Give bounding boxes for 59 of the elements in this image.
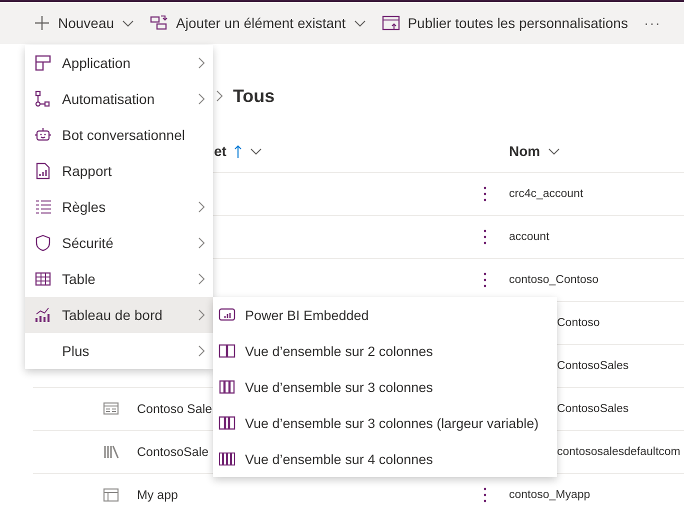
chart-icon <box>34 306 52 324</box>
chevron-right-icon <box>198 309 205 321</box>
three-columns-icon <box>218 378 236 396</box>
menu-item[interactable]: Vue d’ensemble sur 3 colonnes (largeur variable) <box>213 405 557 441</box>
toolbar-button[interactable]: Publier toutes les personnalisations <box>374 7 636 39</box>
checklist-icon <box>34 198 52 216</box>
table-cell-text: contososalesdefaultcom <box>556 446 682 458</box>
chevron-right-icon <box>198 273 205 285</box>
table-cell-text: crc4c_account <box>508 188 584 200</box>
report-icon <box>34 162 52 180</box>
table-cell-text: contoso_Contoso <box>508 274 600 286</box>
chevron-right-icon <box>198 57 205 69</box>
more-button[interactable]: ··· <box>636 7 669 39</box>
menu-item[interactable]: Power BI Embedded <box>213 297 557 333</box>
menu-item[interactable]: Table <box>25 261 213 297</box>
table-cell: My app <box>137 488 178 502</box>
flow-icon <box>34 90 52 108</box>
menu-item[interactable]: Vue d’ensemble sur 2 colonnes <box>213 333 557 369</box>
menu-item[interactable]: Application <box>25 45 213 81</box>
two-columns-icon <box>218 342 236 360</box>
table-cell-text: ContosoSales <box>556 403 630 415</box>
plus-icon <box>34 15 50 31</box>
chevron-right-icon <box>198 237 205 249</box>
table-cell: Contoso Sale <box>137 402 212 416</box>
table-icon <box>34 270 52 288</box>
chevron-down-icon <box>250 148 262 154</box>
table-cell-text: Contoso <box>556 317 601 329</box>
more-options-icon[interactable] <box>483 272 487 288</box>
breadcrumb-chevron-icon <box>216 90 223 102</box>
books-icon <box>102 443 120 461</box>
menu-item[interactable]: Automatisation <box>25 81 213 117</box>
chevron-down-icon <box>548 148 560 154</box>
menu-item[interactable]: Règles <box>25 189 213 225</box>
window-icon <box>102 486 120 504</box>
add-existing-icon <box>150 15 168 31</box>
menu-item[interactable]: Vue d’ensemble sur 3 colonnes <box>213 369 557 405</box>
shield-icon <box>34 234 52 252</box>
page-title: Tous <box>233 86 275 106</box>
menu-item[interactable]: Plus <box>25 333 213 369</box>
more-options-icon[interactable] <box>483 186 487 202</box>
menu-item[interactable]: Tableau de bord <box>25 297 213 333</box>
table-cell-text: account <box>508 231 550 243</box>
publish-icon <box>382 15 400 31</box>
toolbar-button[interactable]: Ajouter un élément existant <box>142 7 374 39</box>
menu-item[interactable]: Sécurité <box>25 225 213 261</box>
four-columns-icon <box>218 450 236 468</box>
chevron-right-icon <box>198 345 205 357</box>
chevron-right-icon <box>198 201 205 213</box>
chevron-right-icon <box>198 93 205 105</box>
grid-icon <box>34 54 52 72</box>
table-cell: ContosoSale <box>137 445 209 459</box>
table-cell-text: ContosoSales <box>556 360 630 372</box>
table-cell-text: contoso_Myapp <box>508 489 592 501</box>
three-columns-icon <box>218 414 236 432</box>
more-options-icon[interactable] <box>483 487 487 503</box>
more-options-icon[interactable] <box>483 229 487 245</box>
column-header[interactable]: Nom <box>503 143 684 159</box>
menu-item[interactable]: Vue d’ensemble sur 4 colonnes <box>213 441 557 477</box>
toolbar-button[interactable]: Nouveau <box>26 7 142 39</box>
